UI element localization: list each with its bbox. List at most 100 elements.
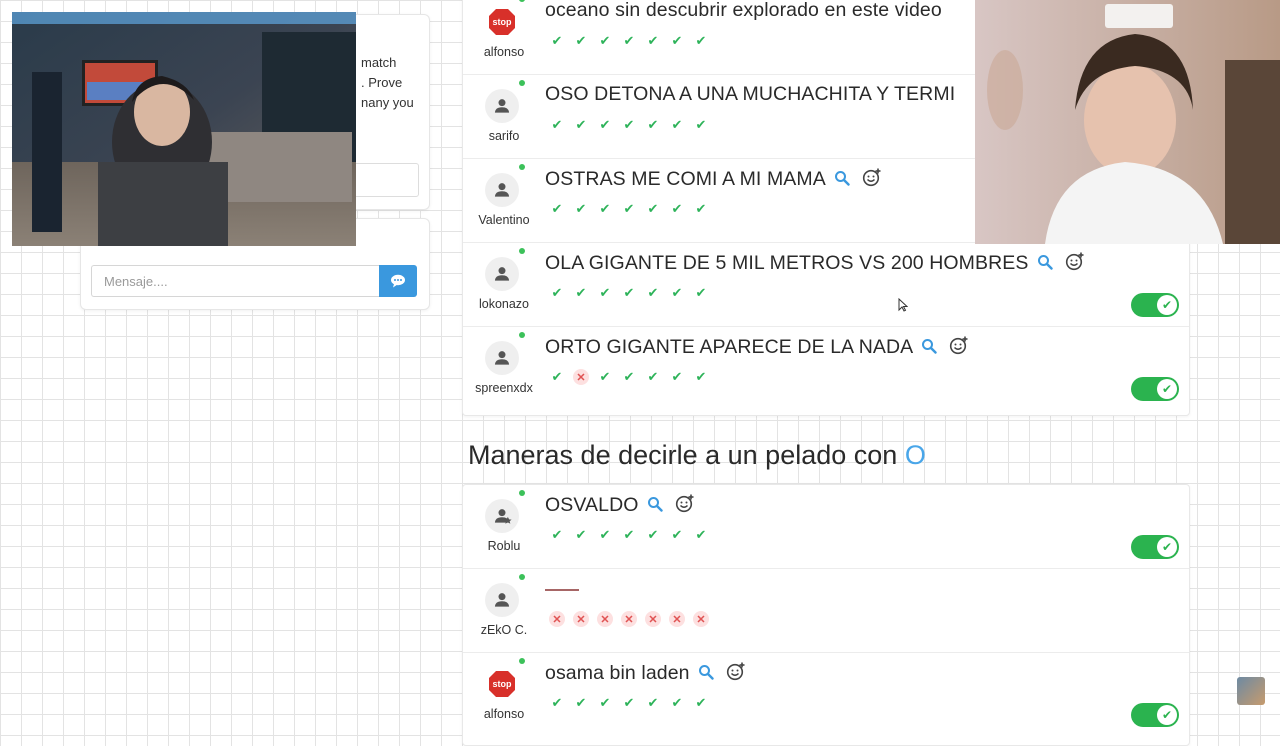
check-icon: ✔ bbox=[599, 527, 611, 542]
check-icon: ✔ bbox=[647, 527, 659, 542]
category-title: Maneras de decirle a un pelado con O bbox=[468, 440, 926, 471]
check-icon: ✔ bbox=[575, 285, 587, 300]
search-icon[interactable] bbox=[921, 337, 937, 360]
check-icon: ✔ bbox=[551, 695, 563, 710]
check-icon: ✔ bbox=[551, 527, 563, 542]
online-indicator bbox=[519, 0, 525, 2]
message-input[interactable] bbox=[91, 265, 379, 297]
check-icon: ✔ bbox=[599, 369, 611, 384]
vote-marks: ✔ ✔ ✔ ✔ ✔ ✔ ✔ bbox=[549, 285, 709, 301]
answers-card-top: stop alfonso oceano sin descubrir explorad… bbox=[462, 0, 1190, 416]
validate-toggle[interactable]: ✔ bbox=[1131, 535, 1179, 559]
cross-icon: ✕ bbox=[669, 611, 685, 627]
answers-card-bottom: Roblu OSVALDO ✔ ✔ ✔ ✔ ✔ ✔ ✔ ✔ zEkO C. ✕ ✕ ✕ ✕ ✕ ✕ ✕ stop al… bbox=[462, 484, 1190, 746]
check-icon: ✔ bbox=[551, 201, 563, 216]
vote-marks: ✔ ✔ ✔ ✔ ✔ ✔ ✔ bbox=[549, 117, 709, 133]
webcam-overlay-left bbox=[12, 12, 356, 246]
username: alfonso bbox=[483, 45, 525, 59]
chat-line: . Prove bbox=[361, 75, 403, 90]
check-icon: ✔ bbox=[695, 695, 707, 710]
cross-icon: ✕ bbox=[645, 611, 661, 627]
stop-sign-avatar: stop bbox=[485, 667, 519, 701]
category-letter: O bbox=[904, 440, 926, 470]
user-avatar bbox=[485, 89, 519, 123]
check-icon: ✔ bbox=[647, 369, 659, 384]
answer-row: stop alfonso oceano sin descubrir explorad… bbox=[463, 0, 1189, 75]
check-icon: ✔ bbox=[623, 117, 635, 132]
stop-sign-avatar: stop bbox=[485, 5, 519, 39]
check-icon: ✔ bbox=[599, 201, 611, 216]
check-icon: ✔ bbox=[695, 201, 707, 216]
chat-send-icon bbox=[391, 274, 405, 288]
check-icon: ✔ bbox=[599, 695, 611, 710]
check-icon: ✔ bbox=[575, 527, 587, 542]
check-icon: ✔ bbox=[671, 369, 683, 384]
check-icon: ✔ bbox=[695, 285, 707, 300]
check-icon: ✔ bbox=[623, 285, 635, 300]
check-icon: ✔ bbox=[1157, 379, 1177, 399]
check-icon: ✔ bbox=[695, 33, 707, 48]
send-message-button[interactable] bbox=[379, 265, 417, 297]
search-icon[interactable] bbox=[834, 169, 850, 192]
check-icon: ✔ bbox=[575, 33, 587, 48]
check-icon: ✔ bbox=[1157, 705, 1177, 725]
check-icon: ✔ bbox=[599, 33, 611, 48]
check-icon: ✔ bbox=[671, 201, 683, 216]
username: sarifo bbox=[488, 129, 520, 143]
answer-text: osama bin laden bbox=[545, 661, 746, 687]
check-icon: ✔ bbox=[623, 369, 635, 384]
online-indicator bbox=[519, 164, 525, 170]
validate-toggle[interactable]: ✔ bbox=[1131, 377, 1179, 401]
answer-text: ORTO GIGANTE APARECE DE LA NADA bbox=[545, 335, 969, 361]
search-icon[interactable] bbox=[698, 663, 714, 686]
emoji-add-icon[interactable] bbox=[726, 661, 746, 687]
check-icon: ✔ bbox=[671, 527, 683, 542]
emoji-add-icon[interactable] bbox=[675, 493, 695, 519]
stop-sign-label: stop bbox=[492, 679, 512, 689]
check-icon: ✔ bbox=[671, 285, 683, 300]
cross-icon: ✕ bbox=[621, 611, 637, 627]
cross-icon: ✕ bbox=[597, 611, 613, 627]
answer-row: stop alfonso osama bin laden ✔ ✔ ✔ ✔ ✔ ✔ ✔ ✔ bbox=[463, 653, 1189, 736]
mouse-cursor bbox=[898, 297, 909, 317]
vote-marks: ✔ ✔ ✔ ✔ ✔ ✔ ✔ bbox=[549, 695, 709, 711]
check-icon: ✔ bbox=[575, 201, 587, 216]
online-indicator bbox=[519, 658, 525, 664]
emoji-add-icon[interactable] bbox=[1065, 251, 1085, 277]
user-avatar bbox=[485, 583, 519, 617]
username: Valentino bbox=[478, 213, 530, 227]
validate-toggle[interactable]: ✔ bbox=[1131, 293, 1179, 317]
answer-label: osama bin laden bbox=[545, 662, 690, 685]
cross-icon: ✕ bbox=[573, 369, 589, 385]
check-icon: ✔ bbox=[551, 33, 563, 48]
chat-line: match bbox=[361, 55, 397, 70]
vote-marks: ✔ ✕ ✔ ✔ ✔ ✔ ✔ bbox=[549, 369, 709, 385]
user-avatar bbox=[485, 173, 519, 207]
check-icon: ✔ bbox=[647, 695, 659, 710]
answer-text: oceano sin descubrir explorado en este v… bbox=[545, 0, 942, 22]
chat-line: nany you bbox=[361, 95, 414, 110]
category-title-text: Maneras de decirle a un pelado con bbox=[468, 440, 898, 470]
online-indicator bbox=[519, 490, 525, 496]
check-icon: ✔ bbox=[551, 369, 563, 384]
check-icon: ✔ bbox=[1157, 537, 1177, 557]
check-icon: ✔ bbox=[575, 695, 587, 710]
emoji-add-icon[interactable] bbox=[949, 335, 969, 361]
check-icon: ✔ bbox=[575, 117, 587, 132]
vote-marks: ✔ ✔ ✔ ✔ ✔ ✔ ✔ bbox=[549, 201, 709, 217]
search-icon[interactable] bbox=[647, 495, 663, 518]
answer-label: OSVALDO bbox=[545, 494, 639, 517]
answer-row: sarifo OSO DETONA A UNA MUCHACHITA Y TERM… bbox=[463, 75, 1189, 159]
emoji-add-icon[interactable] bbox=[862, 167, 882, 193]
check-icon: ✔ bbox=[695, 527, 707, 542]
search-icon[interactable] bbox=[1037, 253, 1053, 276]
empty-answer-line bbox=[545, 589, 579, 591]
answer-label: OLA GIGANTE DE 5 MIL METROS VS 200 HOMBR… bbox=[545, 252, 1029, 275]
answer-text: OSTRAS ME COMI A MI MAMA bbox=[545, 167, 882, 193]
check-icon: ✔ bbox=[599, 285, 611, 300]
username: spreenxdx bbox=[475, 381, 533, 395]
username: alfonso bbox=[483, 707, 525, 721]
vote-marks: ✔ ✔ ✔ ✔ ✔ ✔ ✔ bbox=[549, 33, 709, 49]
validate-toggle[interactable]: ✔ bbox=[1131, 703, 1179, 727]
check-icon: ✔ bbox=[599, 117, 611, 132]
